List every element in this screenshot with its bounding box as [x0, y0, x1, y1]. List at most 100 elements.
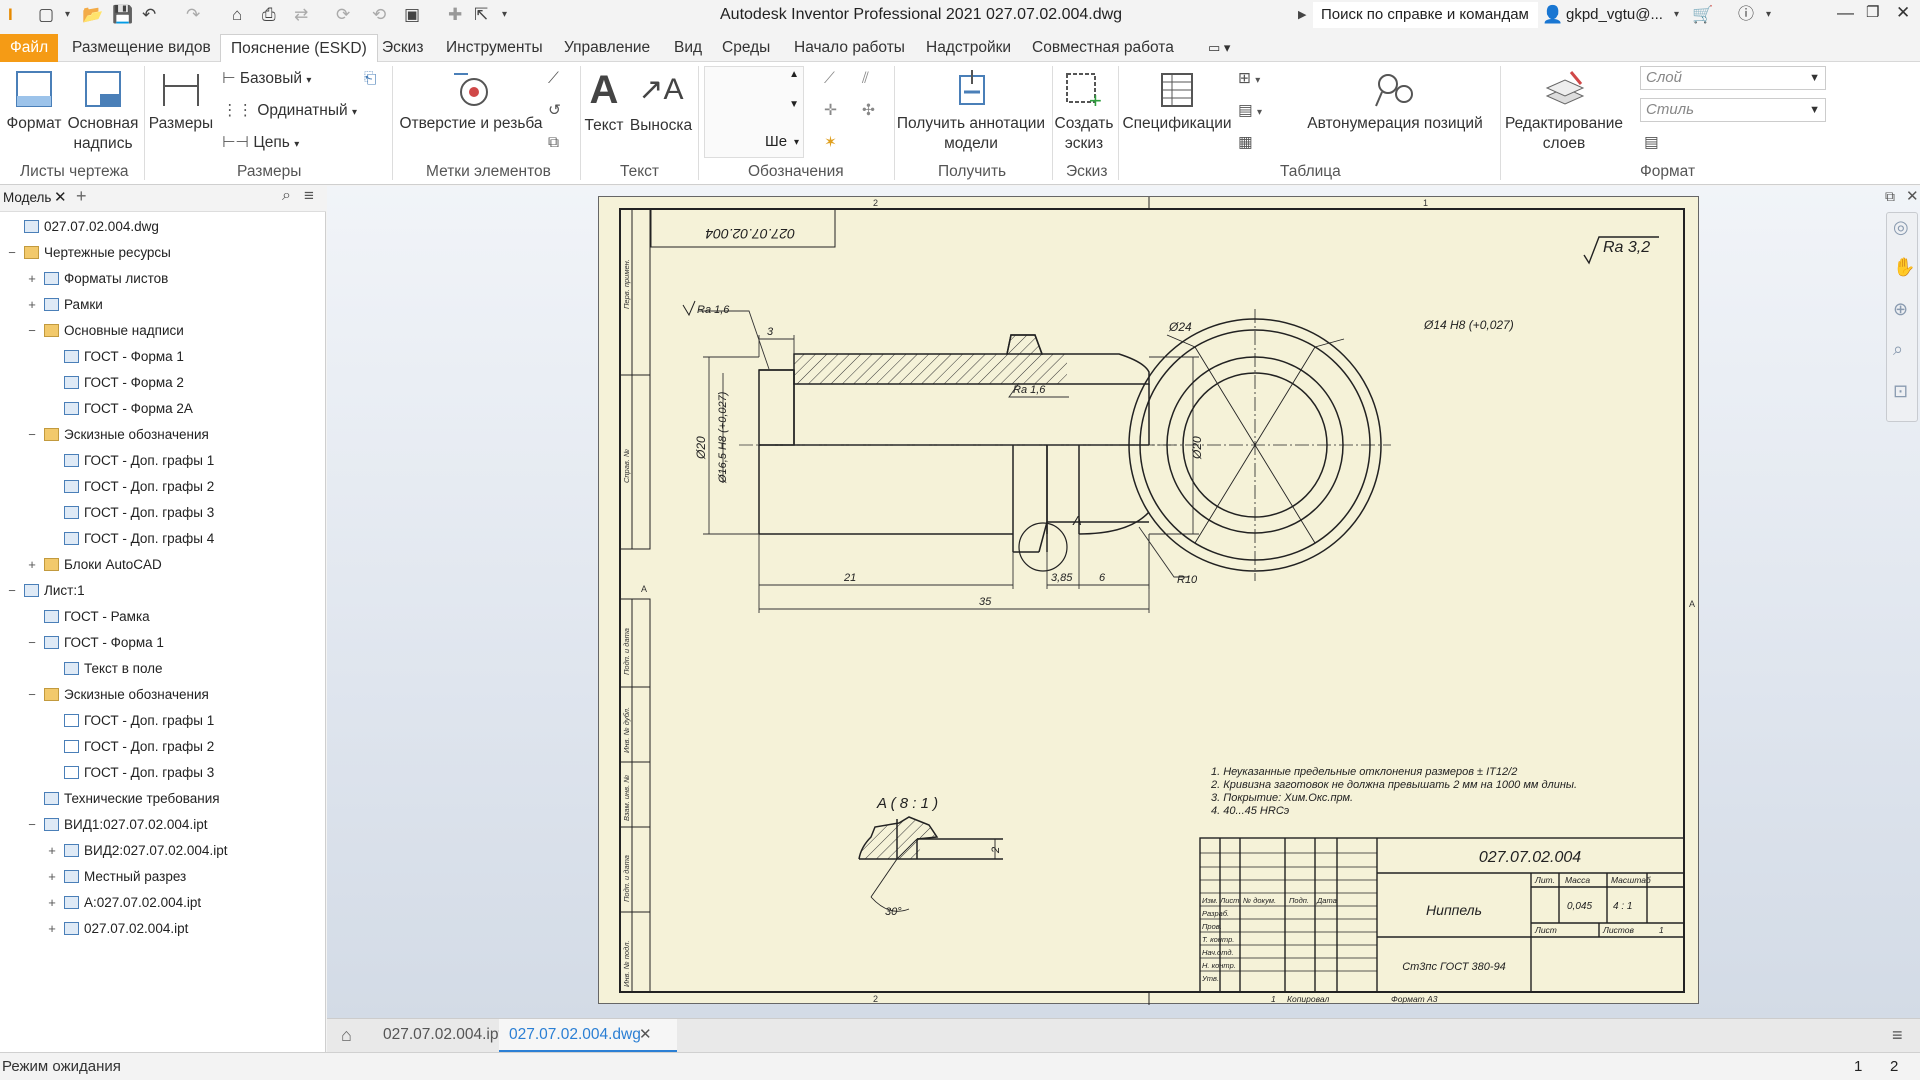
browser-menu-icon[interactable]: ≡ [304, 186, 314, 206]
user-account[interactable]: gkpd_vgtu@... [1566, 6, 1663, 23]
style-select[interactable]: Стиль ▼ [1640, 98, 1826, 122]
print-icon[interactable]: ⎙ [262, 4, 276, 26]
chamfer-note-icon[interactable]: ⟋ [548, 68, 559, 90]
ordinate-dim-button[interactable]: ⋮⋮ Ординатный ▾ [222, 100, 357, 124]
zoom-window-icon[interactable]: ⌕ [1893, 339, 1903, 360]
layer-select[interactable]: Слой ▼ [1640, 66, 1826, 90]
auto-balloon-button[interactable]: Автонумерация позиций [1300, 70, 1490, 134]
collapse-icon[interactable]: − [6, 579, 18, 603]
help-search-input[interactable]: Поиск по справке и командам [1313, 2, 1538, 28]
tab-view[interactable]: Вид [664, 34, 712, 62]
browser-tree-item[interactable]: ГОСТ - Доп. графы 3 [46, 501, 214, 525]
parts-list-button[interactable]: Спецификации [1122, 70, 1232, 134]
browser-tree-item[interactable]: ГОСТ - Доп. графы 3 [46, 761, 214, 785]
auto-center-icon[interactable]: ✶ [824, 132, 837, 154]
steering-wheel-icon[interactable]: ◎ [1893, 217, 1909, 238]
hatch-icon[interactable]: ⫽ [862, 68, 869, 90]
expand-icon[interactable]: + [26, 293, 38, 317]
tab-get-started[interactable]: Начало работы [784, 34, 915, 62]
gallery-expand-icon[interactable]: ▾ [794, 137, 799, 148]
doc-tabs-menu-icon[interactable]: ≡ [1892, 1025, 1903, 1046]
help-dropdown-icon[interactable]: ▾ [1766, 4, 1771, 26]
browser-tree-item[interactable]: +027.07.02.004.ipt [46, 917, 188, 941]
revision-table-icon[interactable]: ▤ ▾ [1238, 100, 1262, 124]
sheet-format-button[interactable]: Формат [4, 70, 64, 134]
open-icon[interactable]: 📂 [82, 4, 103, 26]
collapse-icon[interactable]: − [26, 683, 38, 707]
browser-tree-item[interactable]: ГОСТ - Форма 2А [46, 397, 193, 421]
tab-collaborate[interactable]: Совместная работа [1022, 34, 1184, 62]
surface-texture-icon[interactable]: ⟋ [824, 68, 835, 90]
baseline-dropdown-icon[interactable]: ▾ [306, 75, 311, 86]
browser-tree-item[interactable]: − Эскизные обозначения [26, 683, 209, 707]
hole-table-icon[interactable]: ▦ [1238, 132, 1253, 154]
expand-icon[interactable]: + [46, 839, 58, 863]
chain-dim-button[interactable]: ⊢⊣ Цепь ▾ [222, 132, 299, 156]
update-icon[interactable]: ⟳ [336, 4, 350, 26]
symbols-gallery[interactable]: ▲ ▼ Ше ▾ [704, 66, 804, 158]
expand-search-icon[interactable]: ▶ [1298, 4, 1306, 26]
browser-tree-item[interactable]: ГОСТ - Форма 2 [46, 371, 184, 395]
expand-icon[interactable]: + [26, 267, 38, 291]
tab-environments[interactable]: Среды [712, 34, 780, 62]
browser-tree-item[interactable]: + Блоки AutoCAD [26, 553, 162, 577]
collapse-icon[interactable]: − [6, 241, 18, 265]
home-tab-icon[interactable]: ⌂ [331, 1019, 362, 1053]
rebuild-icon[interactable]: ⟲ [372, 4, 386, 26]
browser-tree-item[interactable]: + Рамки [26, 293, 103, 317]
browser-tree-item[interactable]: − ГОСТ - Форма 1 [26, 631, 164, 655]
hole-thread-button[interactable]: Отверстие и резьба [398, 70, 544, 134]
add-browser-tab-icon[interactable]: + [76, 186, 87, 207]
baseline-dim-button[interactable]: ⊢ Базовый ▾ [222, 68, 311, 92]
retrieve-annotations-button[interactable]: Получить аннотации модели [896, 70, 1046, 154]
bend-note-icon[interactable]: ↺ [548, 100, 561, 122]
browser-tree-item[interactable]: 027.07.02.004.dwg [6, 215, 159, 239]
punch-note-icon[interactable]: ⧉ [548, 132, 559, 154]
chain-dropdown-icon[interactable]: ▾ [294, 139, 299, 150]
add-icon[interactable]: ✚ [448, 4, 462, 26]
measure-icon[interactable]: ⇄ [294, 4, 308, 26]
centered-pattern-icon[interactable]: ✣ [862, 100, 875, 122]
restore-icon[interactable]: ❐ [1866, 3, 1879, 21]
centermark-icon[interactable]: ✛ [824, 100, 837, 122]
minimize-icon[interactable]: — [1837, 3, 1854, 23]
browser-tree-item[interactable]: ГОСТ - Доп. графы 1 [46, 709, 214, 733]
canvas-close-icon[interactable]: ✕ [1906, 187, 1919, 205]
tab-addins[interactable]: Надстройки [916, 34, 1021, 62]
browser-tree-item[interactable]: − Чертежные ресурсы [6, 241, 171, 265]
browser-tree-item[interactable]: Технические требования [26, 787, 220, 811]
customize-qat-icon[interactable]: ▾ [502, 4, 507, 26]
redo-icon[interactable]: ↷ [186, 4, 200, 26]
zoom-icon[interactable]: ⊕ [1893, 299, 1908, 320]
ribbon-display-options-icon[interactable]: ▭ ▾ [1198, 34, 1240, 62]
browser-tree-item[interactable]: ГОСТ - Доп. графы 1 [46, 449, 214, 473]
browser-tree-item[interactable]: ГОСТ - Рамка [26, 605, 150, 629]
undo-icon[interactable]: ↶ [142, 4, 156, 26]
tab-manage[interactable]: Управление [554, 34, 660, 62]
browser-tree-item[interactable]: − Основные надписи [26, 319, 184, 343]
expand-icon[interactable]: + [46, 917, 58, 941]
ordinate-dropdown-icon[interactable]: ▾ [352, 107, 357, 118]
title-block-button[interactable]: Основная надпись [66, 70, 140, 154]
browser-tab-close-icon[interactable]: ✕ [54, 188, 67, 206]
new-file-icon[interactable]: ▢ [38, 4, 54, 26]
browser-tab-model[interactable]: Модель [3, 190, 51, 205]
gallery-down-icon[interactable]: ▼ [789, 99, 799, 110]
text-button[interactable]: A Текст [584, 68, 624, 136]
leader-text-button[interactable]: ↗A Выноска [628, 68, 694, 136]
appearance-icon[interactable]: ▣ [404, 4, 420, 26]
pan-icon[interactable]: ✋ [1893, 257, 1915, 278]
save-icon[interactable]: 💾 [112, 4, 133, 26]
collapse-icon[interactable]: − [26, 319, 38, 343]
retrieve-dims-icon[interactable]: ⎗ [364, 68, 376, 90]
tab-annotate-eskd[interactable]: Пояснение (ESKD) [220, 34, 378, 62]
select-icon[interactable]: ⇱ [474, 4, 488, 26]
doc-tab-close-icon[interactable]: ✕ [639, 1025, 652, 1043]
style-editor-icon[interactable]: ▤ [1644, 132, 1659, 154]
help-icon[interactable]: ⓘ [1738, 4, 1754, 26]
tab-file[interactable]: Файл [0, 34, 58, 62]
expand-icon[interactable]: + [46, 891, 58, 915]
home-icon[interactable]: ⌂ [232, 4, 242, 26]
collapse-icon[interactable]: − [26, 423, 38, 447]
zoom-all-icon[interactable]: ⊡ [1893, 381, 1908, 402]
